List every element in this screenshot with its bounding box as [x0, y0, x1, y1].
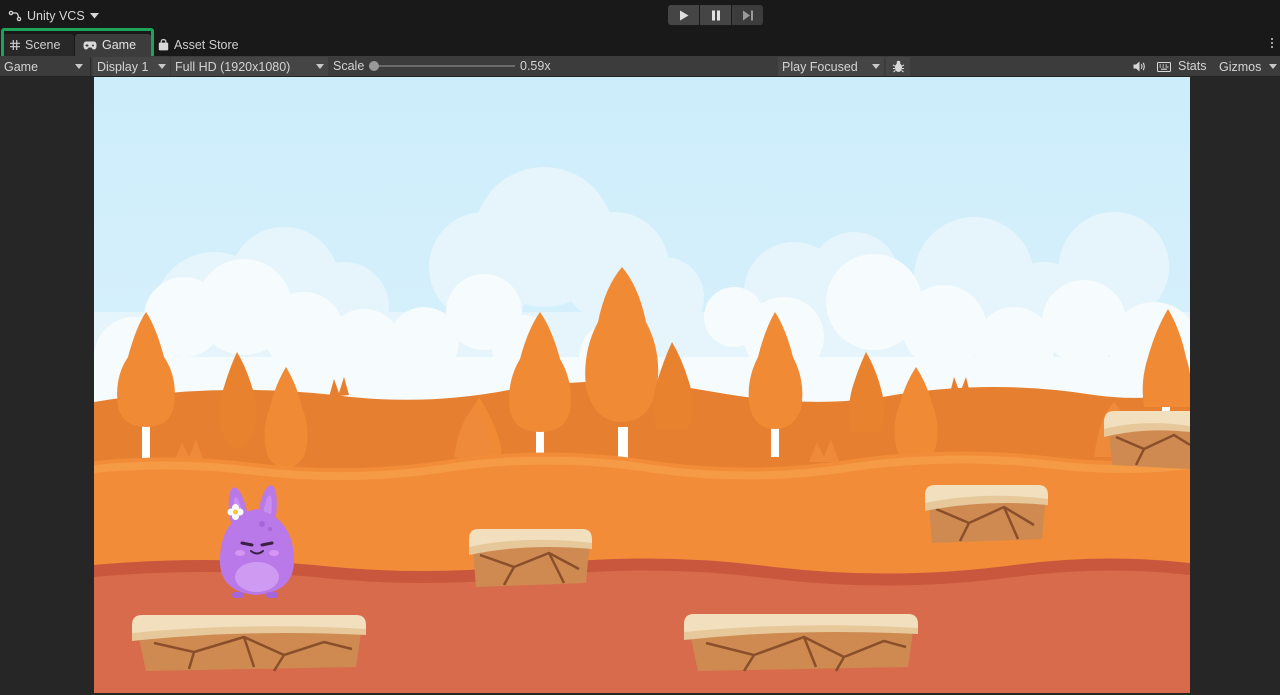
scale-slider-handle[interactable]	[369, 61, 379, 71]
gizmos-dropdown[interactable]: Gizmos	[1216, 57, 1280, 76]
top-toolbar: Unity VCS	[0, 0, 1280, 32]
pause-button[interactable]	[700, 5, 731, 25]
chevron-down-icon	[316, 64, 324, 69]
vcs-label: Unity VCS	[27, 9, 85, 23]
resolution-dropdown[interactable]: Full HD (1920x1080)	[171, 57, 328, 76]
tab-asset-store-label: Asset Store	[174, 38, 239, 52]
platform	[469, 529, 592, 587]
chevron-down-icon	[872, 64, 880, 69]
step-icon	[742, 10, 753, 20]
shopping-bag-icon	[158, 39, 169, 51]
speaker-icon	[1133, 61, 1145, 72]
play-mode-value: Play Focused	[782, 59, 858, 74]
pause-icon	[711, 10, 720, 20]
view-type-value: Game	[4, 59, 39, 74]
window-tab-bar: Scene Game Asset Store	[0, 32, 1280, 56]
bug-icon	[892, 60, 904, 73]
scale-value: 0.59x	[520, 59, 551, 73]
play-controls	[668, 5, 763, 25]
keyboard-icon	[1157, 61, 1171, 72]
mute-audio-button[interactable]	[1128, 57, 1150, 76]
play-button[interactable]	[668, 5, 699, 25]
grid-icon	[10, 40, 20, 50]
branch-icon	[8, 10, 22, 22]
game-view-toolbar: Game Display 1 Full HD (1920x1080) Scale…	[0, 56, 1280, 77]
chevron-down-icon	[75, 64, 83, 69]
tab-scene[interactable]: Scene	[2, 34, 74, 56]
keyboard-shortcuts-button[interactable]	[1152, 57, 1176, 76]
gamepad-icon	[83, 41, 97, 49]
display-dropdown[interactable]: Display 1	[93, 57, 170, 76]
display-value: Display 1	[97, 59, 149, 74]
platform	[684, 614, 918, 672]
tab-game-label: Game	[102, 38, 137, 52]
play-icon	[679, 10, 688, 20]
resolution-value: Full HD (1920x1080)	[175, 59, 291, 74]
platform	[1104, 411, 1190, 469]
scale-slider-track[interactable]	[372, 65, 515, 67]
game-render-canvas[interactable]	[94, 77, 1190, 693]
stats-button[interactable]: Stats	[1178, 59, 1207, 73]
more-options-icon[interactable]	[1270, 38, 1274, 50]
tab-asset-store[interactable]: Asset Store	[150, 34, 247, 56]
tab-game[interactable]: Game	[75, 34, 151, 56]
chevron-down-icon	[158, 64, 166, 69]
chevron-down-icon	[89, 13, 99, 19]
view-type-dropdown[interactable]: Game	[0, 57, 87, 76]
version-control-menu[interactable]: Unity VCS	[8, 7, 99, 25]
debug-toggle-button[interactable]	[886, 57, 910, 76]
platform	[925, 485, 1048, 543]
play-mode-dropdown[interactable]: Play Focused	[778, 57, 884, 76]
platform	[132, 615, 366, 672]
divider	[90, 57, 91, 76]
chevron-down-icon	[1269, 64, 1277, 69]
step-button[interactable]	[732, 5, 763, 25]
scale-label: Scale	[333, 59, 365, 73]
tab-scene-label: Scene	[25, 38, 61, 52]
gizmos-label: Gizmos	[1219, 59, 1262, 74]
